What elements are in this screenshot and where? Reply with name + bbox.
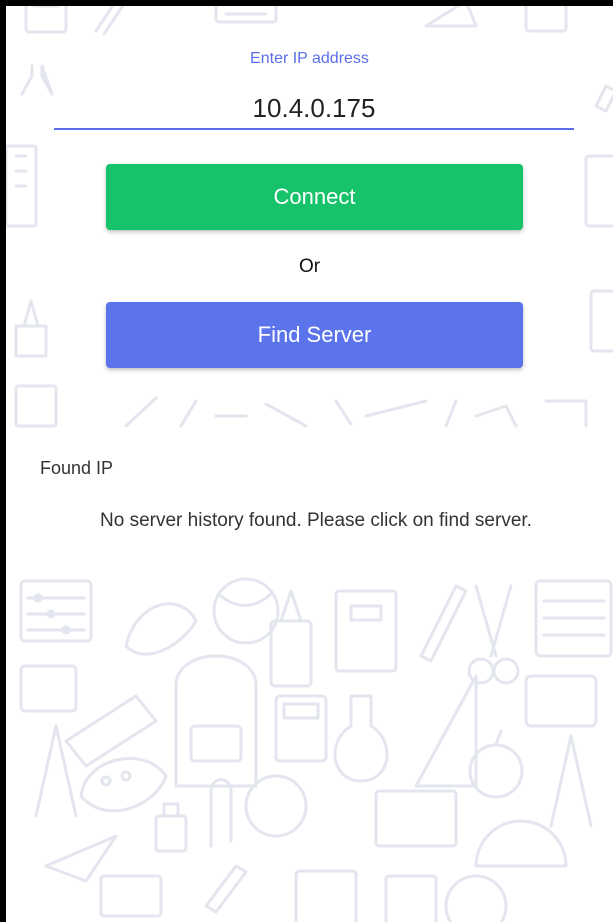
ip-address-label: Enter IP address (250, 50, 369, 67)
server-history-message: No server history found. Please click on… (100, 510, 532, 531)
or-separator: Or (298, 256, 321, 277)
app-screen: Enter IP address Connect Or Find Server … (6, 6, 613, 922)
ip-address-input[interactable] (54, 88, 574, 130)
find-server-button[interactable]: Find Server (106, 302, 523, 368)
connect-button[interactable]: Connect (106, 164, 523, 230)
server-connect-panel: Enter IP address Connect Or Find Server … (6, 6, 613, 922)
found-ip-heading: Found IP (40, 458, 114, 478)
